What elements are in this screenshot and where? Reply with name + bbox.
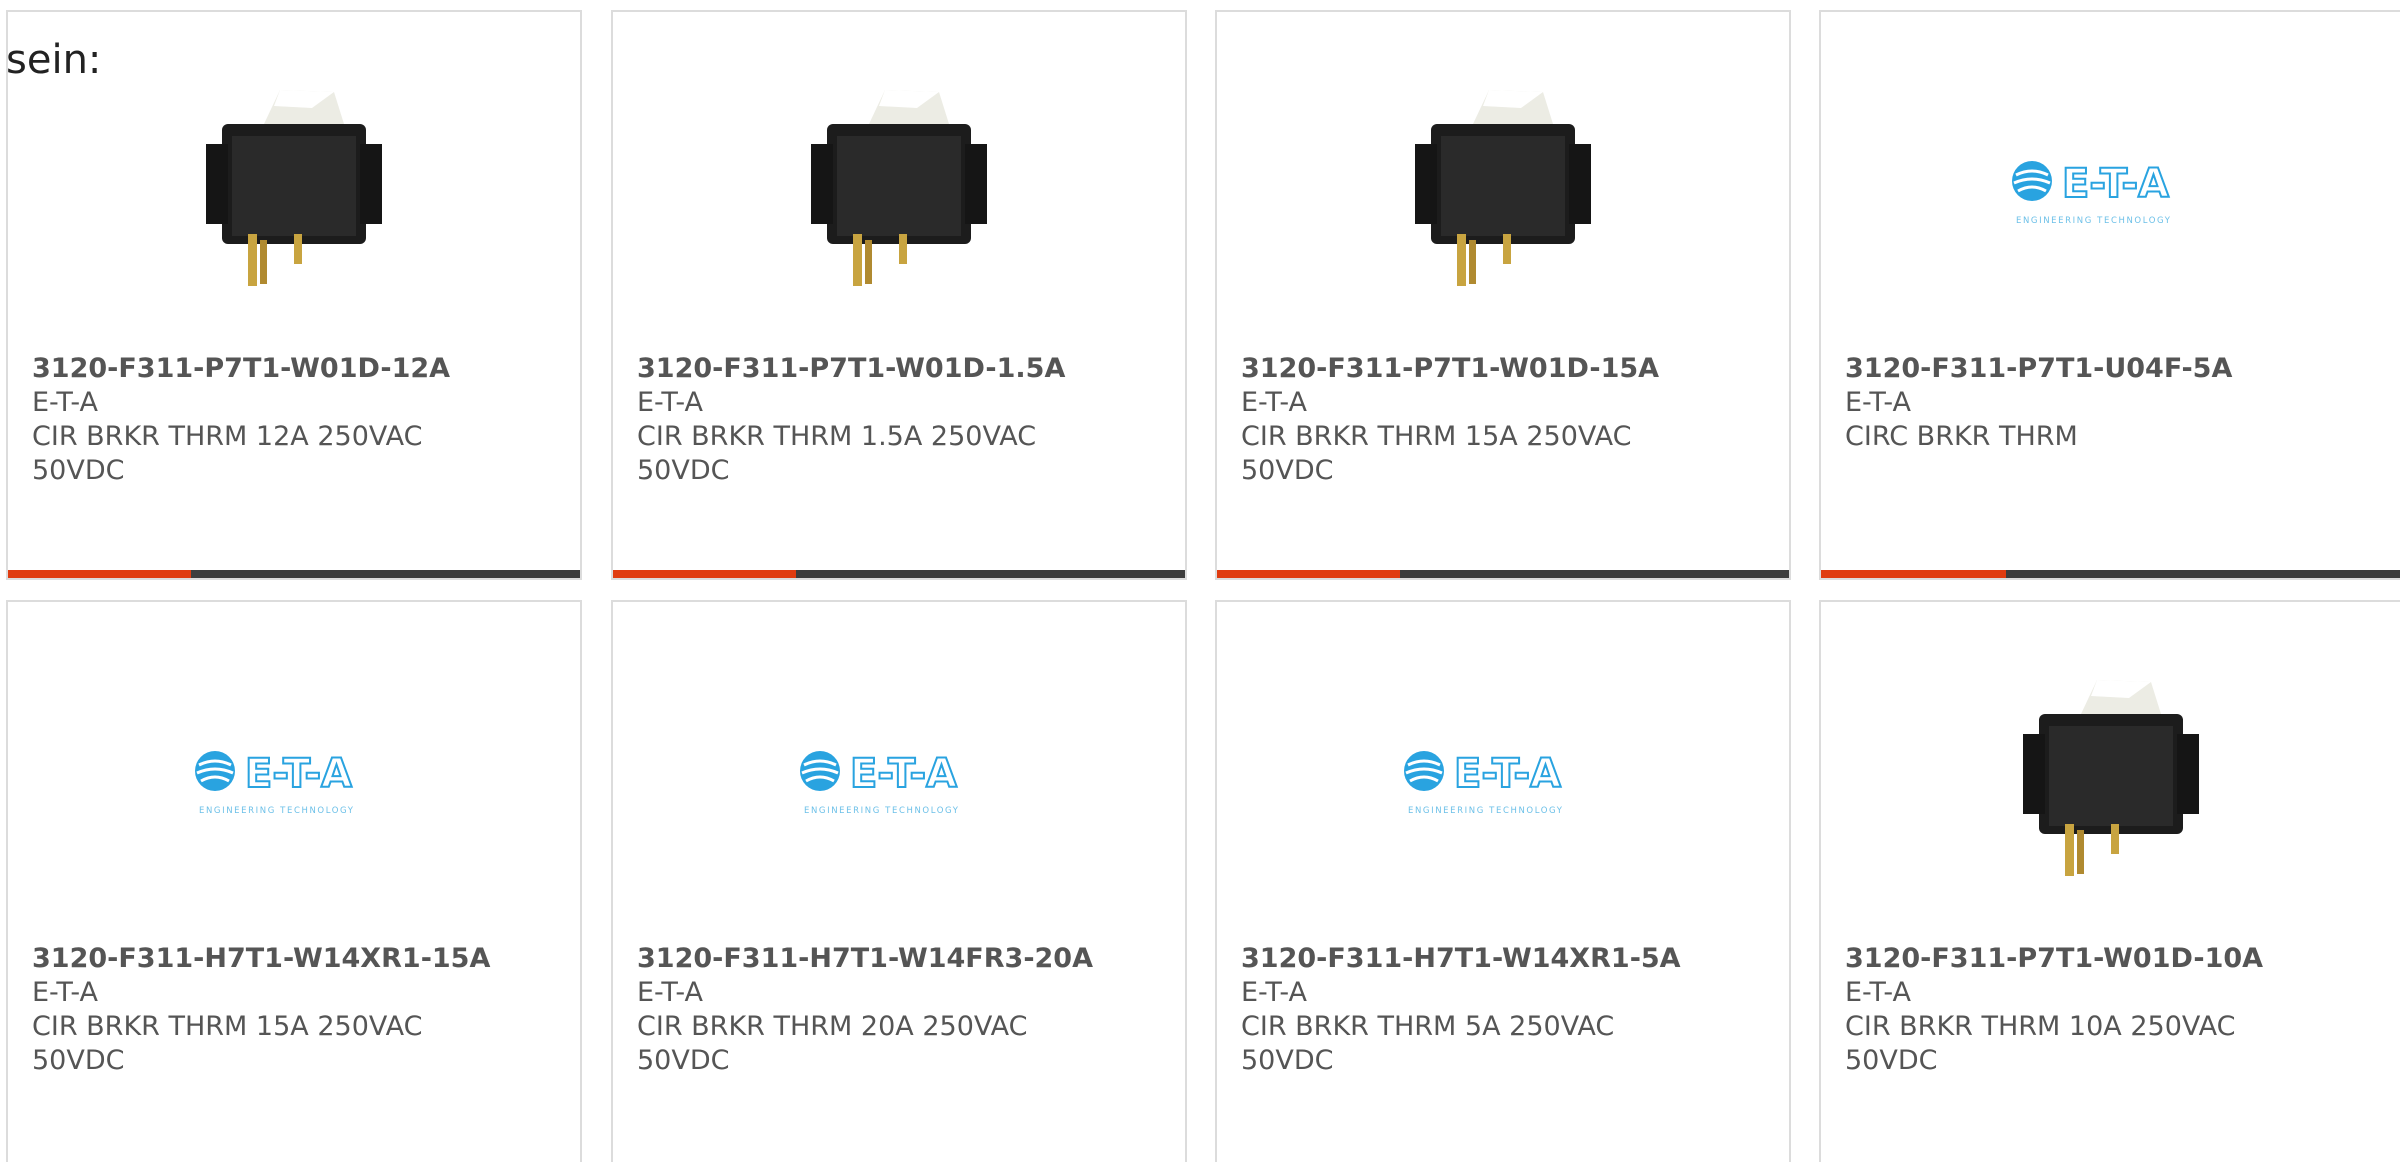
product-image[interactable] <box>1217 84 1789 292</box>
product-card[interactable]: 3120-F311-P7T1-W01D-10A E-T-A CIR BRKR T… <box>1819 600 2400 1162</box>
product-description: CIR BRKR THRM 20A 250VAC <box>637 1011 1028 1042</box>
eta-logo-icon: E-T-A ENGINEERING TECHNOLOGY <box>800 750 960 816</box>
product-image[interactable]: E-T-A ENGINEERING TECHNOLOGY <box>1821 84 2400 292</box>
product-image[interactable]: E-T-A ENGINEERING TECHNOLOGY <box>1217 674 1789 882</box>
product-description-2: 50VDC <box>1241 455 1334 486</box>
product-manufacturer: E-T-A <box>32 977 98 1008</box>
product-description-2: 50VDC <box>1845 1045 1938 1076</box>
rocker-switch-icon <box>2022 680 2199 876</box>
product-image[interactable]: E-T-A ENGINEERING TECHNOLOGY <box>613 674 1185 882</box>
product-part-number[interactable]: 3120-F311-P7T1-W01D-15A <box>1241 352 1773 386</box>
progress-fill <box>8 570 192 578</box>
product-description: CIR BRKR THRM 12A 250VAC <box>32 421 423 452</box>
product-manufacturer: E-T-A <box>1845 977 1911 1008</box>
product-description: CIR BRKR THRM 10A 250VAC <box>1845 1011 2236 1042</box>
svg-text:E-T-A: E-T-A <box>245 751 352 797</box>
rocker-switch-icon <box>1415 90 1591 286</box>
product-manufacturer: E-T-A <box>1241 977 1307 1008</box>
svg-text:E-T-A: E-T-A <box>1454 751 1561 797</box>
card-progress-bar <box>8 570 580 578</box>
product-part-number[interactable]: 3120-F311-P7T1-W01D-1.5A <box>637 352 1169 386</box>
product-image[interactable] <box>8 84 580 292</box>
product-part-number[interactable]: 3120-F311-P7T1-U04F-5A <box>1845 352 2384 386</box>
product-image[interactable] <box>613 84 1185 292</box>
product-image[interactable] <box>1821 674 2400 882</box>
product-card[interactable]: E-T-A ENGINEERING TECHNOLOGY 3120-F311-H… <box>1215 600 1791 1162</box>
product-description: CIRC BRKR THRM <box>1845 421 2078 452</box>
svg-text:ENGINEERING TECHNOLOGY: ENGINEERING TECHNOLOGY <box>1408 806 1564 816</box>
product-part-number[interactable]: 3120-F311-P7T1-W01D-12A <box>32 352 564 386</box>
product-card[interactable]: 3120-F311-P7T1-W01D-12A E-T-A CIR BRKR T… <box>6 10 582 580</box>
product-description-2: 50VDC <box>637 1045 730 1076</box>
product-part-number[interactable]: 3120-F311-H7T1-W14FR3-20A <box>637 942 1169 976</box>
product-card[interactable]: E-T-A ENGINEERING TECHNOLOGY 3120-F311-P… <box>1819 10 2400 580</box>
eta-logo-icon: E-T-A ENGINEERING TECHNOLOGY <box>1404 750 1564 816</box>
product-part-number[interactable]: 3120-F311-H7T1-W14XR1-5A <box>1241 942 1773 976</box>
product-part-number[interactable]: 3120-F311-P7T1-W01D-10A <box>1845 942 2384 976</box>
svg-text:ENGINEERING TECHNOLOGY: ENGINEERING TECHNOLOGY <box>804 806 960 816</box>
product-card[interactable]: 3120-F311-P7T1-W01D-15A E-T-A CIR BRKR T… <box>1215 10 1791 580</box>
rocker-switch-icon <box>811 90 987 286</box>
product-description: CIR BRKR THRM 15A 250VAC <box>1241 421 1632 452</box>
product-manufacturer: E-T-A <box>32 387 98 418</box>
svg-text:E-T-A: E-T-A <box>2062 161 2169 207</box>
progress-fill <box>1217 570 1401 578</box>
svg-text:ENGINEERING TECHNOLOGY: ENGINEERING TECHNOLOGY <box>2016 216 2172 226</box>
svg-text:ENGINEERING TECHNOLOGY: ENGINEERING TECHNOLOGY <box>199 806 355 816</box>
product-description-2: 50VDC <box>637 455 730 486</box>
svg-text:E-T-A: E-T-A <box>850 751 957 797</box>
header-label: sein: <box>6 37 102 83</box>
product-card[interactable]: E-T-A ENGINEERING TECHNOLOGY 3120-F311-H… <box>6 600 582 1162</box>
product-description: CIR BRKR THRM 1.5A 250VAC <box>637 421 1037 452</box>
product-description-2: 50VDC <box>32 1045 125 1076</box>
product-description-2: 50VDC <box>1241 1045 1334 1076</box>
progress-fill <box>1821 570 2007 578</box>
product-manufacturer: E-T-A <box>637 387 703 418</box>
rocker-switch-icon <box>206 90 382 286</box>
card-progress-bar <box>613 570 1185 578</box>
card-progress-bar <box>1821 570 2400 578</box>
product-manufacturer: E-T-A <box>1241 387 1307 418</box>
product-card[interactable]: E-T-A ENGINEERING TECHNOLOGY 3120-F311-H… <box>611 600 1187 1162</box>
progress-fill <box>613 570 797 578</box>
eta-logo-icon: E-T-A ENGINEERING TECHNOLOGY <box>2011 160 2172 226</box>
product-manufacturer: E-T-A <box>637 977 703 1008</box>
product-image[interactable]: E-T-A ENGINEERING TECHNOLOGY <box>8 674 580 882</box>
product-manufacturer: E-T-A <box>1845 387 1911 418</box>
product-grid-page: sein: 3120-F311-P7T1-W01D-12A E-T-A CIR … <box>0 0 2400 1162</box>
product-part-number[interactable]: 3120-F311-H7T1-W14XR1-15A <box>32 942 564 976</box>
product-card[interactable]: 3120-F311-P7T1-W01D-1.5A E-T-A CIR BRKR … <box>611 10 1187 580</box>
card-progress-bar <box>1217 570 1789 578</box>
eta-logo-icon: E-T-A ENGINEERING TECHNOLOGY <box>195 750 355 816</box>
product-description-2: 50VDC <box>32 455 125 486</box>
product-description: CIR BRKR THRM 5A 250VAC <box>1241 1011 1615 1042</box>
product-description: CIR BRKR THRM 15A 250VAC <box>32 1011 423 1042</box>
